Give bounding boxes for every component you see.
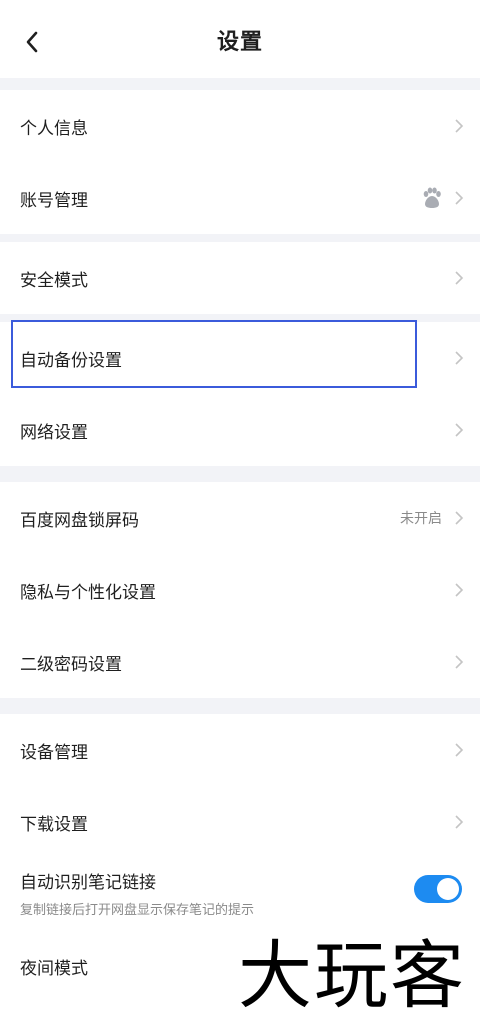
- settings-item-note-link: 自动识别笔记链接 复制链接后打开网盘显示保存笔记的提示: [0, 858, 480, 934]
- settings-item-network[interactable]: 网络设置: [0, 394, 480, 466]
- settings-item-secondary-password[interactable]: 二级密码设置: [0, 626, 480, 698]
- chevron-right-icon: [455, 815, 464, 829]
- item-label: 自动备份设置: [20, 350, 122, 371]
- chevron-right-icon: [455, 119, 464, 133]
- chevron-right-icon: [455, 743, 464, 757]
- chevron-right-icon: [455, 423, 464, 437]
- status-value: 未开启: [400, 511, 442, 527]
- note-link-toggle[interactable]: [414, 875, 462, 903]
- settings-item-personal-info[interactable]: 个人信息: [0, 90, 480, 162]
- item-label: 隐私与个性化设置: [20, 582, 156, 603]
- item-label: 百度网盘锁屏码: [20, 510, 139, 531]
- item-label: 网络设置: [20, 422, 88, 443]
- item-label: 账号管理: [20, 190, 88, 211]
- chevron-right-icon: [455, 271, 464, 285]
- section-divider: [0, 78, 480, 90]
- settings-item-auto-backup[interactable]: 自动备份设置: [0, 322, 480, 394]
- item-sublabel: 复制链接后打开网盘显示保存笔记的提示: [20, 903, 255, 918]
- settings-item-account[interactable]: 账号管理: [0, 162, 480, 234]
- chevron-right-icon: [455, 511, 464, 525]
- page-title: 设置: [216, 30, 263, 55]
- watermark: 大玩客: [238, 933, 466, 1019]
- settings-item-device-management[interactable]: 设备管理: [0, 714, 480, 786]
- header: 设置: [0, 0, 480, 78]
- item-text: 自动识别笔记链接 复制链接后打开网盘显示保存笔记的提示: [20, 868, 254, 918]
- chevron-right-icon: [455, 191, 464, 205]
- chevron-right-icon: [455, 351, 464, 365]
- settings-item-privacy[interactable]: 隐私与个性化设置: [0, 554, 480, 626]
- settings-item-lock-code[interactable]: 百度网盘锁屏码 未开启: [0, 482, 480, 554]
- baidu-paw-icon: [423, 187, 441, 208]
- toggle-knob: [437, 878, 459, 900]
- item-label: 自动识别笔记链接: [20, 873, 156, 893]
- chevron-right-icon: [455, 583, 464, 597]
- settings-item-download[interactable]: 下载设置: [0, 786, 480, 858]
- item-label: 二级密码设置: [20, 654, 122, 675]
- item-label: 设备管理: [20, 742, 88, 763]
- section-divider: [0, 698, 480, 714]
- item-label: 安全模式: [20, 270, 88, 291]
- settings-item-safe-mode[interactable]: 安全模式: [0, 242, 480, 314]
- item-label: 个人信息: [20, 118, 88, 139]
- section-divider: [0, 466, 480, 482]
- item-label: 下载设置: [20, 814, 88, 835]
- section-divider: [0, 314, 480, 322]
- section-divider: [0, 234, 480, 242]
- chevron-right-icon: [455, 655, 464, 669]
- item-label: 夜间模式: [20, 958, 88, 979]
